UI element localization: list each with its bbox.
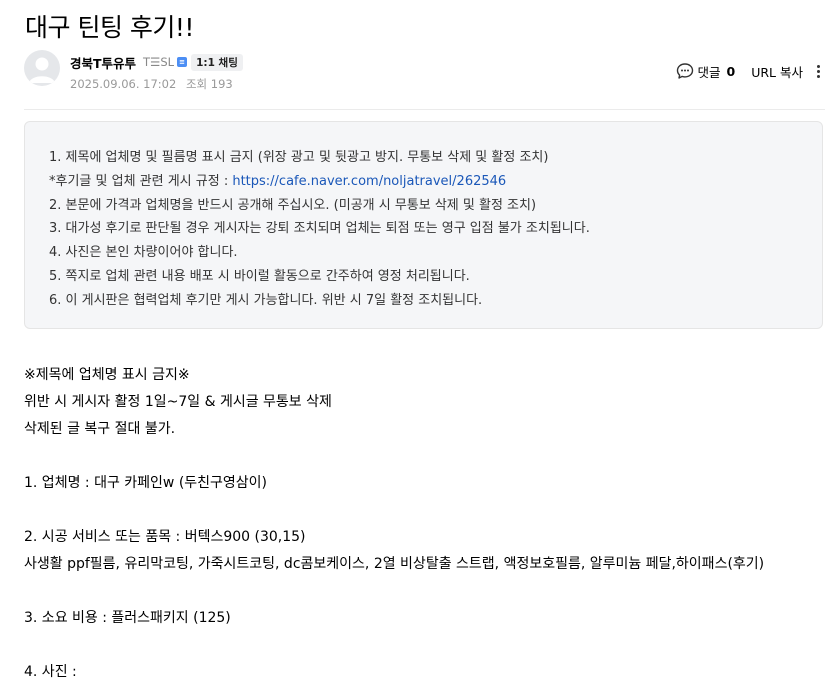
notice-line: *후기글 및 업체 관련 게시 규정 : https://cafe.naver.… (49, 170, 590, 194)
grade-badge-icon: ≡ (177, 57, 187, 67)
notice-line: 1. 제목에 업체명 및 필름명 표시 금지 (위장 광고 및 뒷광고 방지. … (49, 146, 590, 170)
notice-line: 6. 이 게시판은 협력업체 후기만 게시 가능합니다. 위반 시 7일 활정 … (49, 289, 590, 313)
notice-line: 2. 본문에 가격과 업체명을 반드시 공개해 주십시오. (미공개 시 무통보… (49, 194, 590, 218)
body-line (24, 497, 764, 524)
body-line: 3. 소요 비용 : 플러스패키지 (125) (24, 605, 764, 632)
rules-link[interactable]: https://cafe.naver.com/noljatravel/26254… (232, 174, 506, 189)
author-row: 경북T투유투 T☰SL ≡ 1:1 채팅 (70, 52, 243, 72)
post-title: 대구 틴팅 후기!! (25, 8, 194, 44)
notice-box: 1. 제목에 업체명 및 필름명 표시 금지 (위장 광고 및 뒷광고 방지. … (24, 121, 823, 329)
post-body: ※제목에 업체명 표시 금지※ 위반 시 게시자 활정 1일~7일 & 게시글 … (24, 362, 764, 686)
post-meta: 2025.09.06. 17:02 조회 193 (70, 76, 233, 92)
notice-line: 3. 대가성 후기로 판단될 경우 게시자는 강퇴 조치되며 업체는 퇴점 또는… (49, 217, 590, 241)
comment-button[interactable]: 댓글 0 (676, 62, 736, 81)
body-line: 사생활 ppf필름, 유리막코팅, 가죽시트코팅, dc콤보케이스, 2열 비상… (24, 551, 764, 578)
body-line (24, 632, 764, 659)
body-line: 4. 사진 : (24, 659, 764, 686)
notice-text: 1. 제목에 업체명 및 필름명 표시 금지 (위장 광고 및 뒷광고 방지. … (49, 146, 590, 313)
notice-line: 5. 쪽지로 업체 관련 내용 배포 시 바이럴 활동으로 간주하여 영정 처리… (49, 265, 590, 289)
chat-button[interactable]: 1:1 채팅 (191, 54, 243, 71)
notice-line-text: *후기글 및 업체 관련 게시 규정 : (49, 174, 232, 189)
author-grade: T☰SL (143, 55, 174, 69)
author-avatar[interactable] (24, 50, 60, 86)
comment-count: 0 (727, 64, 736, 79)
more-options-icon[interactable] (811, 61, 825, 81)
view-label: 조회 (186, 77, 207, 91)
body-line: 2. 시공 서비스 또는 품목 : 버텍스900 (30,15) (24, 524, 764, 551)
body-line: ※제목에 업체명 표시 금지※ (24, 362, 764, 389)
header-divider (24, 109, 825, 110)
body-line: 1. 업체명 : 대구 카페인w (두친구영삼이) (24, 470, 764, 497)
body-line (24, 443, 764, 470)
view-count: 193 (211, 77, 233, 91)
body-line: 삭제된 글 복구 절대 불가. (24, 416, 764, 443)
default-profile-icon (24, 50, 60, 86)
notice-line: 4. 사진은 본인 차량이어야 합니다. (49, 241, 590, 265)
comment-label: 댓글 (698, 62, 721, 81)
author-name[interactable]: 경북T투유투 (70, 53, 136, 72)
body-line (24, 578, 764, 605)
body-line: 위반 시 게시자 활정 1일~7일 & 게시글 무통보 삭제 (24, 389, 764, 416)
comment-icon (676, 62, 694, 80)
url-copy-button[interactable]: URL 복사 (751, 62, 803, 81)
post-date: 2025.09.06. 17:02 (70, 77, 176, 91)
post-actions: 댓글 0 URL 복사 (676, 60, 825, 82)
